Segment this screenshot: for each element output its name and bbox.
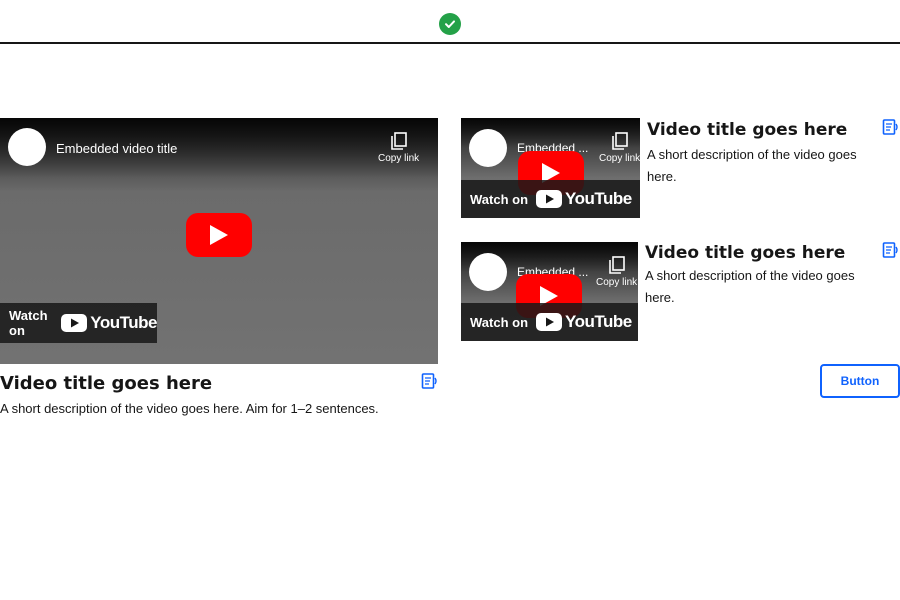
play-button[interactable]	[186, 213, 252, 257]
copy-link-label: Copy link	[378, 153, 420, 164]
check-circle-icon	[439, 13, 461, 35]
youtube-logo: YouTube	[536, 189, 632, 209]
side-video-player-1[interactable]: Embedded ... Copy link Watch on YouTube	[461, 118, 640, 218]
watch-on-label: Watch on	[470, 314, 529, 330]
action-button[interactable]: Button	[820, 364, 900, 398]
side-video-description-1: A short description of the video goes he…	[647, 147, 857, 184]
main-video-title: Video title goes here	[0, 373, 213, 394]
copy-icon	[608, 256, 625, 274]
youtube-wordmark: YouTube	[565, 312, 632, 331]
side-video-player-2[interactable]: Embedded ... Copy link Watch on YouTube	[461, 242, 638, 341]
copy-link-button[interactable]: Copy link	[596, 256, 637, 288]
side-video-title-2: Video title goes here	[645, 243, 846, 263]
youtube-logo: YouTube	[61, 313, 157, 333]
watch-on-label: Watch on	[9, 308, 48, 338]
copy-link-button[interactable]: Copy link	[599, 132, 640, 164]
text-to-speech-icon[interactable]	[882, 241, 900, 259]
youtube-wordmark: YouTube	[565, 189, 632, 208]
watch-on-youtube-bar[interactable]: Watch on YouTube	[0, 303, 157, 343]
channel-avatar[interactable]	[469, 129, 507, 167]
watch-on-youtube-bar[interactable]: Watch on YouTube	[461, 180, 640, 218]
header-bar	[0, 0, 900, 44]
play-icon	[210, 225, 228, 245]
copy-icon	[611, 132, 628, 150]
watch-on-youtube-bar[interactable]: Watch on YouTube	[461, 303, 638, 341]
text-to-speech-icon[interactable]	[421, 372, 439, 390]
youtube-play-icon	[536, 313, 563, 331]
channel-avatar[interactable]	[469, 253, 507, 291]
youtube-wordmark: YouTube	[90, 313, 157, 332]
main-video-player[interactable]: Embedded video title Copy link Watch on …	[0, 118, 438, 364]
youtube-play-icon	[61, 314, 88, 332]
youtube-logo: YouTube	[536, 312, 632, 332]
side-video-description-2: A short description of the video goes he…	[645, 268, 855, 305]
copy-link-button[interactable]: Copy link	[378, 132, 419, 164]
copy-link-label: Copy link	[596, 277, 638, 288]
watch-on-label: Watch on	[470, 191, 529, 207]
copy-icon	[390, 132, 407, 150]
channel-avatar[interactable]	[8, 128, 46, 166]
youtube-play-icon	[536, 190, 563, 208]
side-video-title-1: Video title goes here	[647, 120, 848, 140]
main-video-description: A short description of the video goes he…	[0, 401, 379, 416]
embedded-video-title[interactable]: Embedded video title	[56, 141, 276, 156]
copy-link-label: Copy link	[599, 153, 640, 164]
text-to-speech-icon[interactable]	[882, 118, 900, 136]
